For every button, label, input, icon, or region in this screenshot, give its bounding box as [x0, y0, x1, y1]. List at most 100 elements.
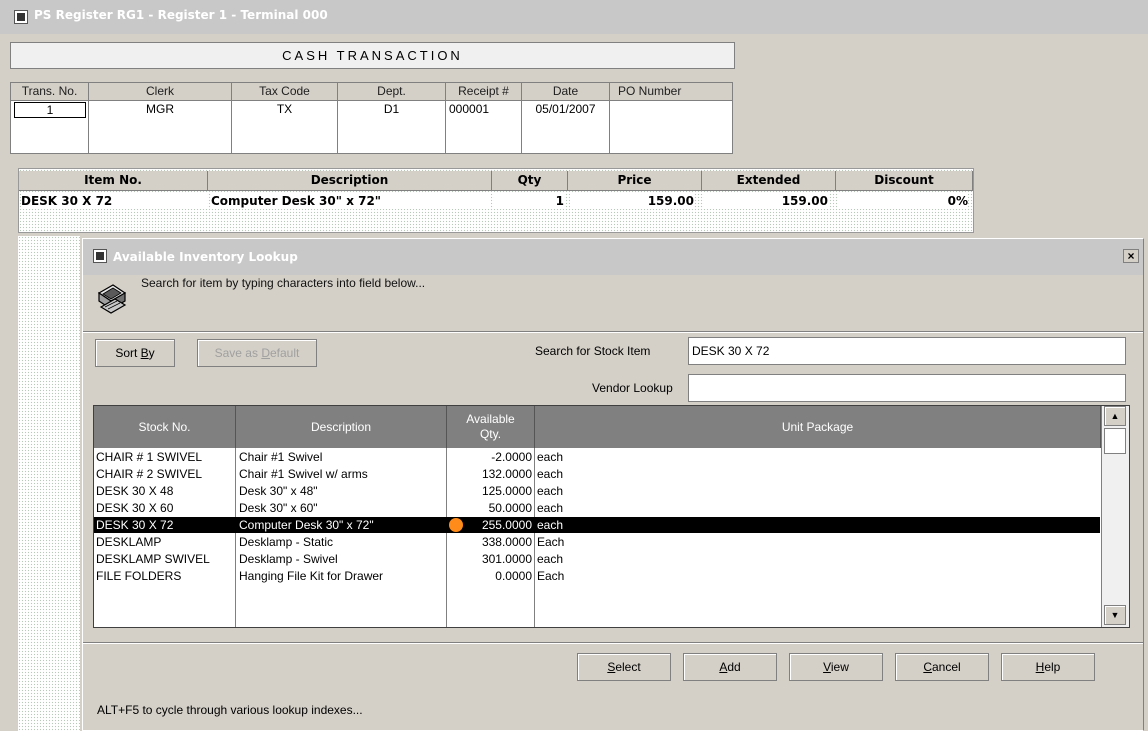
description-cell: Hanging File Kit for Drawer	[239, 569, 384, 583]
clerk-value[interactable]: MGR	[89, 101, 231, 117]
line-item-no[interactable]: DESK 30 X 72	[21, 193, 207, 209]
trans-no-column: Trans. No. 1	[11, 83, 89, 153]
date-value[interactable]: 05/01/2007	[522, 101, 609, 117]
add-button[interactable]: Add	[683, 653, 777, 681]
po-number-column: PO Number	[610, 83, 732, 153]
inventory-row-selected[interactable]: DESK 30 X 72 Computer Desk 30" x 72" 255…	[94, 517, 1100, 533]
description-cell: Chair #1 Swivel w/ arms	[239, 467, 368, 481]
save-default-label-end: efault	[270, 346, 300, 360]
date-column: Date 05/01/2007	[522, 83, 610, 153]
view-mnemonic: V	[823, 660, 831, 674]
vendor-lookup-input[interactable]	[688, 374, 1126, 402]
qty-cell: 255.0000	[481, 518, 532, 532]
dept-value[interactable]: D1	[338, 101, 445, 117]
scroll-down-arrow-icon[interactable]: ▼	[1104, 605, 1126, 625]
add-label-end: dd	[727, 660, 741, 674]
extended-header[interactable]: Extended	[702, 171, 836, 191]
stock-no-cell: DESKLAMP SWIVEL	[96, 552, 210, 566]
description-cell: Desk 30" x 60"	[239, 501, 318, 515]
line-description-header[interactable]: Description	[208, 171, 492, 191]
view-button[interactable]: View	[789, 653, 883, 681]
window-title-bar[interactable]: PS Register RG1 - Register 1 - Terminal …	[0, 0, 1148, 34]
clerk-header: Clerk	[89, 83, 231, 101]
qty-cell: 301.0000	[481, 552, 532, 566]
inventory-row[interactable]: CHAIR # 1 SWIVEL Chair #1 Swivel -2.0000…	[94, 449, 1100, 465]
sort-by-label-end: y	[148, 346, 155, 360]
stock-no-cell: DESK 30 X 48	[96, 484, 174, 498]
qty-cell: 125.0000	[481, 484, 532, 498]
tax-code-value[interactable]: TX	[232, 101, 337, 117]
help-label-end: elp	[1044, 660, 1061, 674]
description-header[interactable]: Description	[236, 406, 447, 448]
search-stock-label: Search for Stock Item	[535, 344, 651, 358]
lookup-index-hint: ALT+F5 to cycle through various lookup i…	[97, 703, 363, 717]
search-hint: Search for item by typing characters int…	[141, 276, 426, 290]
help-button[interactable]: Help	[1001, 653, 1095, 681]
line-extended[interactable]: 159.00	[704, 193, 828, 209]
trans-no-field[interactable]: 1	[14, 102, 86, 118]
dialog-divider	[83, 331, 1143, 333]
inventory-row[interactable]: DESK 30 X 48 Desk 30" x 48" 125.0000 eac…	[94, 483, 1100, 499]
inventory-row[interactable]: DESKLAMP Desklamp - Static 338.0000 Each	[94, 534, 1100, 550]
line-description[interactable]: Computer Desk 30" x 72"	[211, 193, 491, 209]
line-qty[interactable]: 1	[494, 193, 564, 209]
clerk-column: Clerk MGR	[89, 83, 232, 153]
qty-header[interactable]: Qty	[492, 171, 568, 191]
discount-header[interactable]: Discount	[836, 171, 973, 191]
unit-cell: each	[537, 467, 564, 481]
qty-cell: 0.0000	[495, 569, 532, 583]
stock-no-cell: CHAIR # 2 SWIVEL	[96, 467, 203, 481]
dept-header: Dept.	[338, 83, 445, 101]
search-stock-input[interactable]: DESK 30 X 72	[688, 337, 1126, 365]
dialog-close-button[interactable]: ×	[1123, 249, 1139, 263]
price-header[interactable]: Price	[568, 171, 702, 191]
sort-by-mnemonic: B	[140, 346, 149, 360]
item-no-header[interactable]: Item No.	[19, 171, 208, 191]
select-button[interactable]: Select	[577, 653, 671, 681]
unit-cell: each	[537, 450, 564, 464]
inventory-row[interactable]: FILE FOLDERS Hanging File Kit for Drawer…	[94, 568, 1100, 584]
qty-cell: -2.0000	[491, 450, 532, 464]
vertical-scrollbar[interactable]: ▲ ▼	[1101, 406, 1129, 627]
line-price[interactable]: 159.00	[570, 193, 694, 209]
select-label-end: elect	[615, 660, 641, 674]
description-cell: Desklamp - Static	[239, 535, 334, 549]
dialog-title: Available Inventory Lookup	[113, 250, 298, 264]
dialog-app-icon	[93, 249, 107, 263]
trans-no-header: Trans. No.	[11, 83, 88, 101]
stock-no-cell: CHAIR # 1 SWIVEL	[96, 450, 203, 464]
vendor-lookup-label: Vendor Lookup	[592, 381, 673, 395]
dialog-title-bar[interactable]: Available Inventory Lookup ×	[83, 239, 1143, 275]
inventory-row[interactable]: DESK 30 X 60 Desk 30" x 60" 50.0000 each	[94, 500, 1100, 516]
description-cell: Desk 30" x 48"	[239, 484, 318, 498]
computer-icon	[97, 284, 127, 314]
stock-no-cell: DESK 30 X 60	[96, 501, 174, 515]
stock-no-header[interactable]: Stock No.	[94, 406, 236, 448]
inventory-row[interactable]: CHAIR # 2 SWIVEL Chair #1 Swivel w/ arms…	[94, 466, 1100, 482]
scroll-up-arrow-icon[interactable]: ▲	[1104, 406, 1126, 426]
unit-cell: Each	[537, 569, 565, 583]
line-discount[interactable]: 0%	[838, 193, 968, 209]
unit-package-header[interactable]: Unit Package	[535, 406, 1101, 448]
inventory-results-grid: Stock No. Description Available Qty. Uni…	[93, 405, 1130, 628]
sort-by-button[interactable]: Sort By	[95, 339, 175, 367]
unit-cell: each	[537, 501, 564, 515]
cancel-mnemonic: C	[923, 660, 932, 674]
dialog-divider	[83, 642, 1143, 644]
unit-cell: each	[537, 484, 564, 498]
cancel-button[interactable]: Cancel	[895, 653, 989, 681]
po-number-header: PO Number	[610, 83, 732, 101]
inventory-row[interactable]: DESKLAMP SWIVEL Desklamp - Swivel 301.00…	[94, 551, 1100, 567]
window-title: PS Register RG1 - Register 1 - Terminal …	[34, 8, 328, 22]
line-items-grid: Item No. Description Qty Price Extended …	[18, 168, 974, 233]
stock-no-cell: FILE FOLDERS	[96, 569, 182, 583]
available-qty-header[interactable]: Available Qty.	[447, 406, 535, 448]
receipt-value[interactable]: 000001	[446, 101, 521, 117]
description-cell: Computer Desk 30" x 72"	[239, 518, 374, 532]
sort-by-label-start: Sort	[115, 346, 141, 360]
save-as-default-button[interactable]: Save as Default	[197, 339, 317, 367]
unit-cell: Each	[537, 535, 565, 549]
transaction-header-grid: Trans. No. 1 Clerk MGR Tax Code TX Dept.…	[10, 82, 733, 154]
date-header: Date	[522, 83, 609, 101]
scroll-thumb[interactable]	[1104, 428, 1126, 454]
